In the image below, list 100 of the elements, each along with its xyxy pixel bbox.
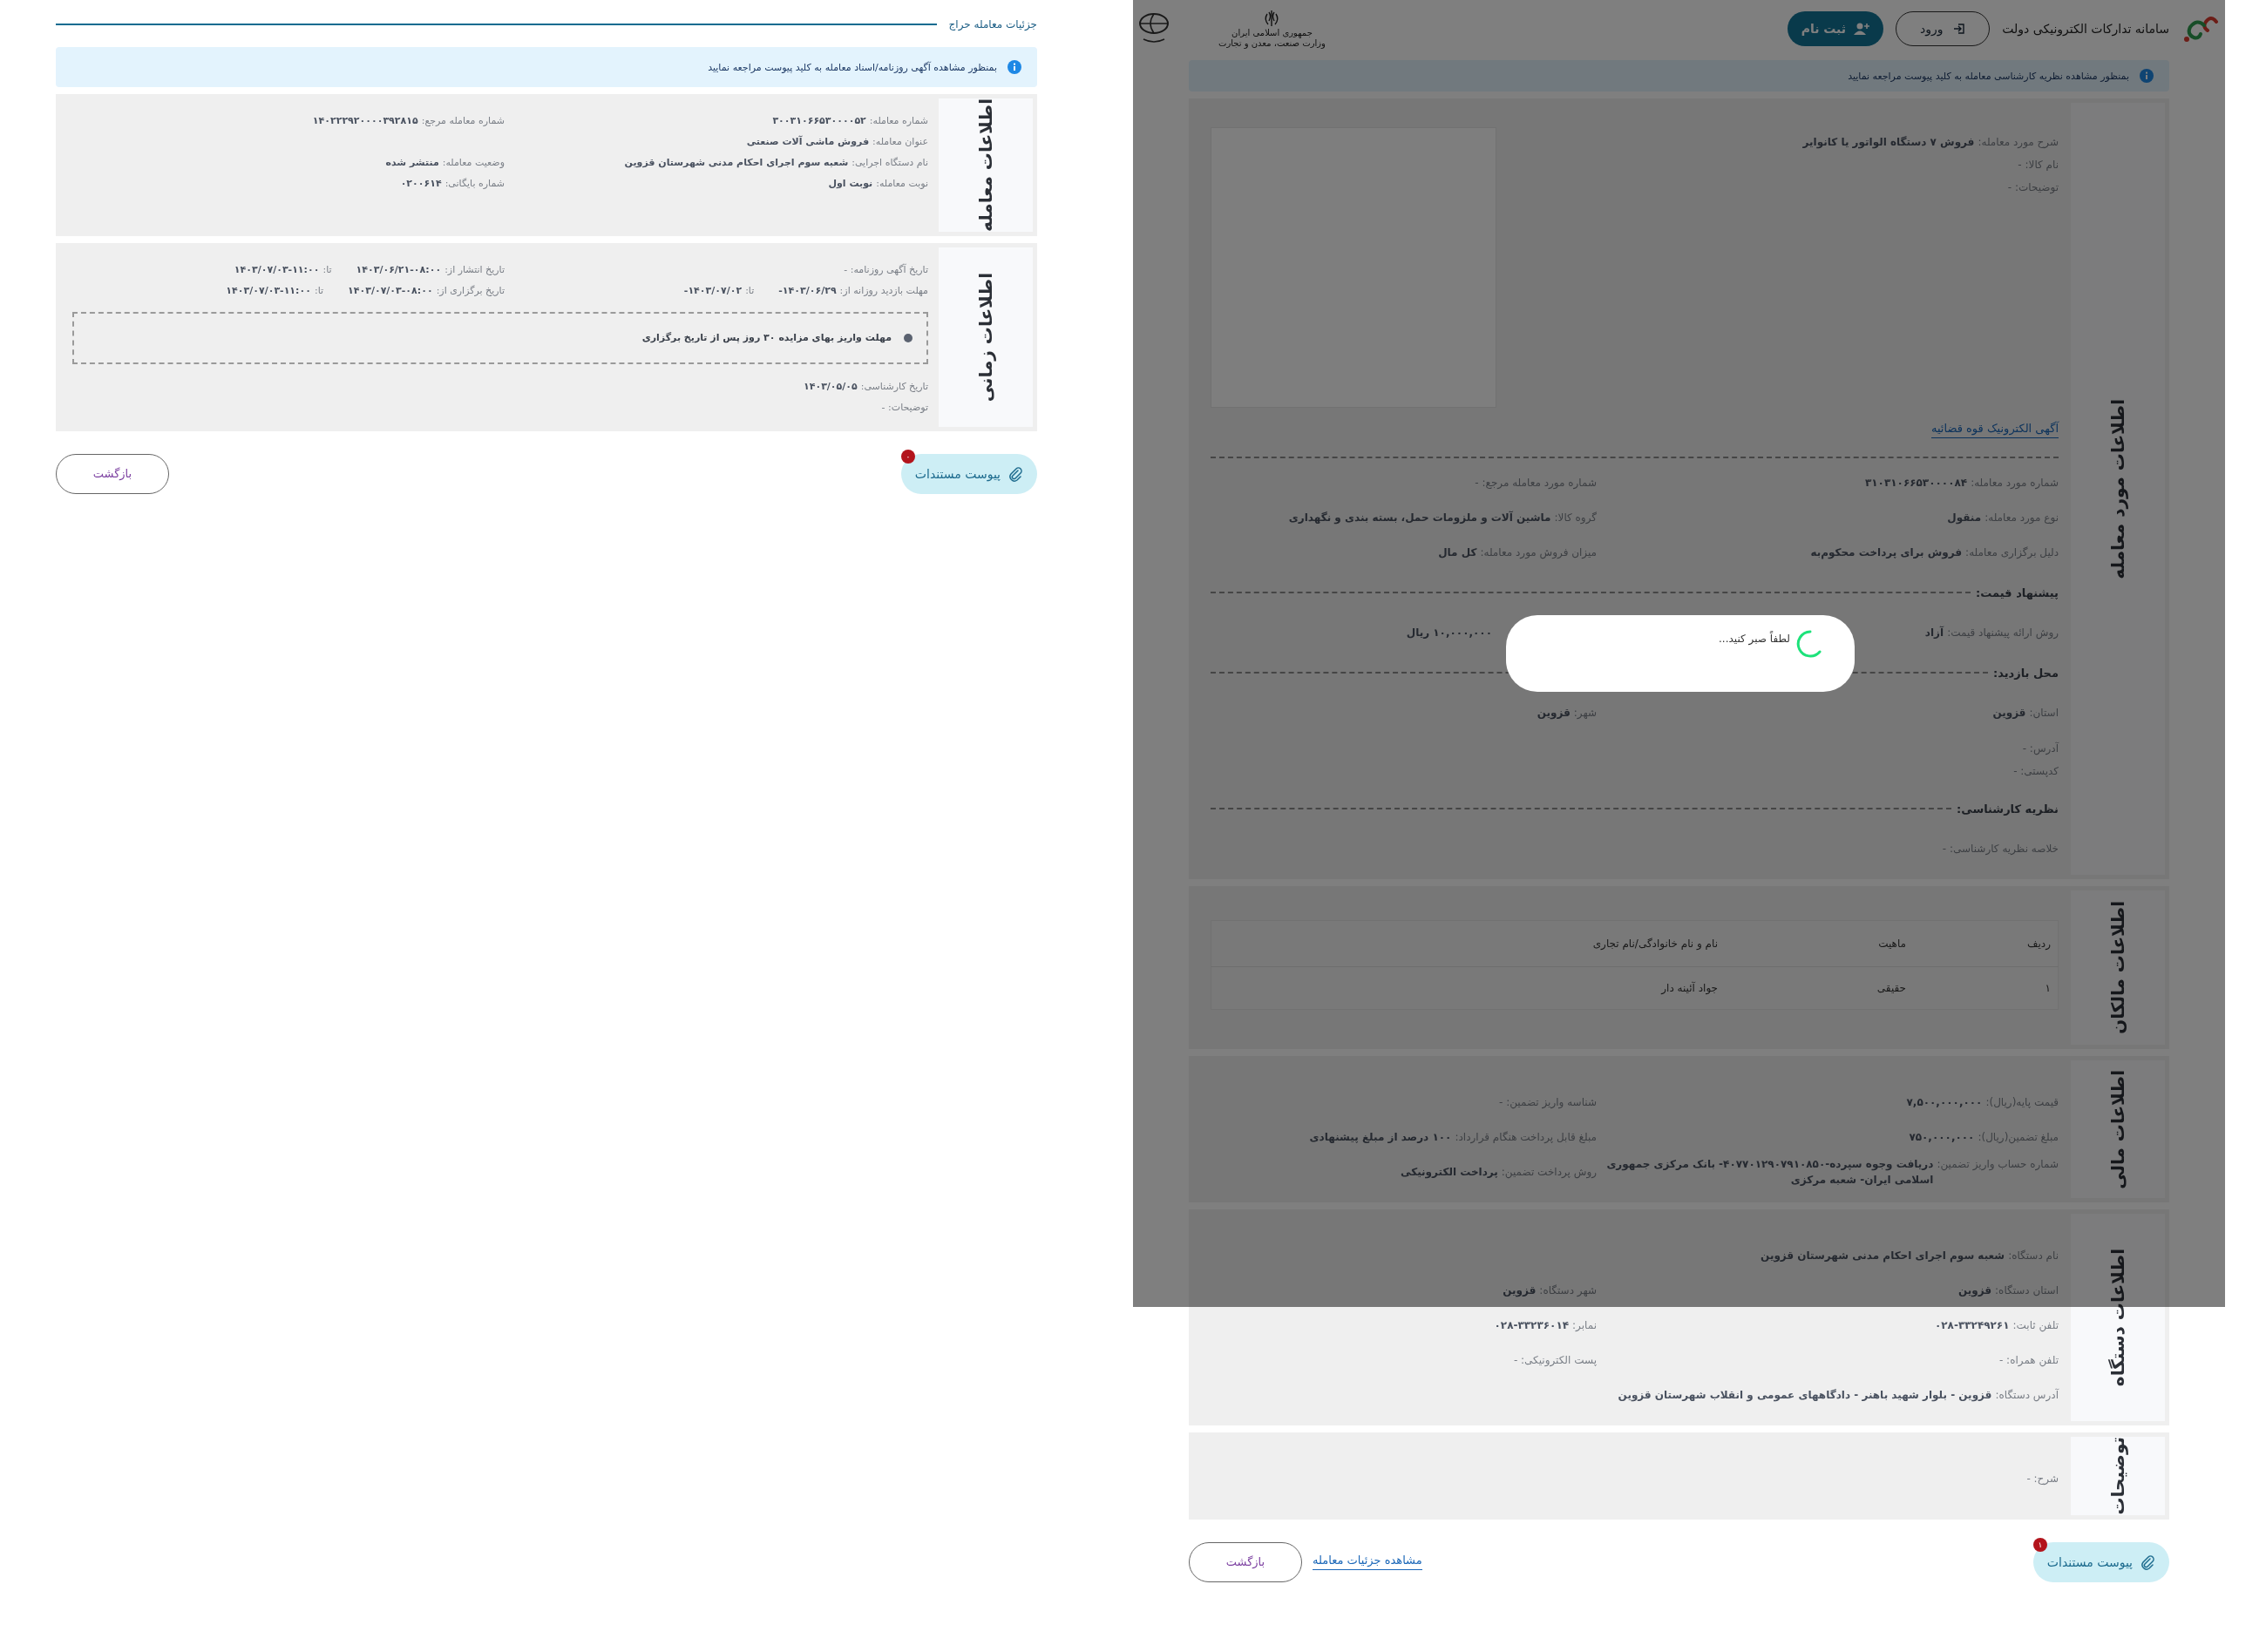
field-label: تا: bbox=[745, 283, 755, 298]
field-label: روش پرداخت تضمین: bbox=[1501, 1165, 1597, 1180]
field-label: قیمت پایه(ریال): bbox=[1985, 1095, 2059, 1110]
field-value: ۷۵۰,۰۰۰,۰۰۰ bbox=[1909, 1130, 1975, 1145]
field-label: نام دستگاه اجرایی: bbox=[851, 156, 928, 170]
column-header: ماهیت bbox=[1725, 920, 1913, 967]
field-label: تلفن همراه: - bbox=[1998, 1353, 2059, 1368]
field-label: توضیحات: - bbox=[881, 400, 928, 415]
section-heading: محل بازدید: bbox=[1992, 666, 2059, 680]
field-value: ۱۴۰۳/۰۵/۰۵ bbox=[804, 379, 858, 394]
field-value: ۱۴۰۳/۰۷/۰۳-۰۸:۰۰ bbox=[348, 283, 433, 298]
section-title: اطلاعات دستگاه bbox=[2107, 1248, 2128, 1387]
field-label: عنوان معامله: bbox=[872, 135, 928, 149]
field-value: فروش برای پرداخت محکوم‌به bbox=[1810, 545, 1963, 560]
field-label: شناسه واریز تضمین: - bbox=[1499, 1095, 1597, 1110]
field-label: دلیل برگزاری معامله: bbox=[1965, 545, 2059, 560]
field-label: توضیحات: - bbox=[2007, 180, 2059, 195]
field-label: شماره معامله مرجع: bbox=[421, 114, 505, 128]
field-label: آدرس دستگاه: bbox=[1995, 1387, 2059, 1403]
field-label: آدرس: - bbox=[2022, 741, 2059, 756]
field-label: نوبت معامله: bbox=[876, 177, 928, 191]
field-value: منقول bbox=[1947, 511, 1982, 525]
field-label: میزان فروش مورد معامله: bbox=[1480, 545, 1597, 560]
field-label: شرح: - bbox=[2026, 1472, 2059, 1486]
field-label: نام دستگاه: bbox=[2008, 1249, 2059, 1263]
field-label: تاریخ برگزاری از: bbox=[436, 283, 505, 298]
field-value: شعبه سوم اجرای احکام مدنی شهرستان قزوین bbox=[624, 156, 849, 170]
field-label: استان دستگاه: bbox=[1995, 1283, 2059, 1298]
table-cell: ۱ bbox=[1913, 966, 2059, 1010]
field-value: شعبه سوم اجرای احکام مدنی شهرستان قزوین bbox=[1761, 1249, 2005, 1263]
bullet-icon bbox=[904, 333, 913, 342]
field-value: ۳۱۰۳۱۰۶۶۵۳۰۰۰۰۸۴ bbox=[1864, 476, 1968, 491]
section-heading: نظریه کارشناسی: bbox=[1957, 802, 2059, 816]
field-label: گروه کالا: bbox=[1554, 511, 1597, 525]
field-value: منتشر شده bbox=[385, 156, 439, 170]
field-label: تا: bbox=[322, 262, 332, 277]
field-label: وضعیت معامله: bbox=[442, 156, 505, 170]
count-badge: ۱ bbox=[2032, 1537, 2047, 1552]
field-value: آزاد bbox=[1924, 625, 1944, 640]
section-title: اطلاعات مالی bbox=[2107, 1069, 2128, 1189]
field-label: مبلغ قابل پرداخت هنگام قرارداد: bbox=[1455, 1130, 1597, 1145]
field-value: قزوین bbox=[1992, 706, 2026, 721]
emblem-caption: وزارت صنعت، معدن و تجارت bbox=[1218, 37, 1326, 49]
login-button[interactable]: ورود bbox=[1896, 10, 1991, 46]
user-plus-icon bbox=[1853, 21, 1871, 36]
field-value: ۱۴۰۳/۰۷/۰۲- bbox=[683, 283, 743, 298]
section-title: اطلاعات مورد معامله bbox=[2107, 398, 2128, 579]
field-label: خلاصه نظریه کارشناسی: - bbox=[1942, 842, 2059, 856]
section-title: اطلاعات مالکان bbox=[2107, 901, 2128, 1034]
section-title: اطلاعات معامله bbox=[975, 98, 996, 232]
info-text: بمنظور مشاهده آگهی روزنامه/اسناد معامله به کلید پیوست مراجعه نمایید bbox=[708, 61, 997, 73]
field-value: دریافت وجوه سپرده-۴۰۷۷۰۱۲۹۰۷۹۱۰۸۵۰- بانک مرکزی جمهوری اسلامی ایران- شعبه مرکزی bbox=[1605, 1157, 1934, 1188]
field-label: مهلت بازدید روزانه از: bbox=[839, 283, 928, 298]
field-value: ۰۲۸-۳۳۲۳۶۰۱۴ bbox=[1494, 1318, 1570, 1333]
field-label: تا: bbox=[314, 283, 324, 298]
field-label: شماره مورد معامله: bbox=[1971, 476, 2059, 491]
field-value: قزوین bbox=[1503, 1283, 1537, 1298]
field-label: شماره معامله: bbox=[869, 114, 928, 128]
field-value: ۰۲۸-۳۳۲۴۹۲۶۱ bbox=[1934, 1318, 2010, 1333]
field-label: نام کالا: - bbox=[2018, 158, 2059, 173]
field-value: کل مال bbox=[1438, 545, 1477, 560]
field-value: قزوین bbox=[1537, 706, 1571, 721]
details-link[interactable]: مشاهده جزئیات معامله bbox=[1313, 1554, 1422, 1571]
column-header: ردیف bbox=[1913, 920, 2059, 967]
info-icon bbox=[1007, 60, 1021, 74]
emblem-caption: جمهوری اسلامی ایران bbox=[1231, 27, 1313, 38]
paperclip-icon bbox=[2140, 1554, 2155, 1570]
field-value: ۱۴۰۲۲۲۹۲۰۰۰۰۳۹۲۸۱۵ bbox=[312, 114, 418, 128]
field-label: شماره حساب واریز تضمین: bbox=[1937, 1157, 2059, 1172]
field-label: کدپستی: - bbox=[2013, 764, 2059, 779]
field-label: تاریخ کارشناسی: bbox=[860, 379, 928, 394]
back-button[interactable]: بازگشت bbox=[56, 453, 169, 494]
field-label: نوع مورد معامله: bbox=[1984, 511, 2059, 525]
field-value: ۱۴۰۳/۰۷/۰۳-۱۱:۰۰ bbox=[226, 283, 311, 298]
field-label: شهر دستگاه: bbox=[1539, 1283, 1597, 1298]
field-label: شهر: bbox=[1573, 706, 1597, 721]
field-label: شماره بایگانی: bbox=[444, 177, 505, 191]
section-title: اطلاعات زمانی bbox=[975, 272, 996, 403]
page-title: جزئیات معامله حراج bbox=[948, 18, 1037, 30]
field-value: ۱۰,۰۰۰,۰۰۰ ریال bbox=[1406, 626, 1492, 640]
field-label: روش ارائه پیشنهاد قیمت: bbox=[1947, 626, 2059, 640]
loading-message: لطفاً صبر کنید... bbox=[1719, 633, 1790, 645]
field-label: شرح مورد معامله: bbox=[1978, 135, 2059, 150]
field-value: ۱۰۰ درصد از مبلغ پیشنهادی bbox=[1309, 1130, 1452, 1145]
field-value: ۱۴۰۳/۰۷/۰۳-۱۱:۰۰ bbox=[234, 262, 320, 277]
field-value: قزوین bbox=[1957, 1283, 1992, 1298]
section-title: توضیحات bbox=[2107, 1437, 2128, 1515]
field-label: تاریخ آگهی روزنامه: - bbox=[844, 262, 928, 277]
site-title: سامانه تدارکات الکترونیکی دولت bbox=[2002, 21, 2169, 36]
field-value: فروش ماشی آلات صنعتی bbox=[746, 134, 870, 149]
note-text: مهلت واریز بهای مزایده ۳۰ روز پس از تاریخ برگزاری bbox=[641, 332, 892, 344]
field-value: ۰۲۰۰۶۱۴ bbox=[400, 177, 442, 191]
back-button[interactable]: بازگشت bbox=[1189, 1541, 1302, 1582]
column-header: نام و نام خانوادگی/نام تجاری bbox=[1211, 920, 1725, 967]
field-label: تلفن ثابت: bbox=[2012, 1318, 2059, 1333]
field-value: پرداخت الکترونیکی bbox=[1401, 1165, 1498, 1180]
table-cell: حقیقی bbox=[1725, 966, 1913, 1010]
field-value: ۷,۵۰۰,۰۰۰,۰۰۰ bbox=[1906, 1095, 1983, 1110]
field-value: ۱۴۰۳/۰۶/۲۱-۰۸:۰۰ bbox=[356, 262, 442, 277]
field-value: ۳۰۰۳۱۰۶۶۵۳۰۰۰۰۵۲ bbox=[772, 114, 866, 128]
